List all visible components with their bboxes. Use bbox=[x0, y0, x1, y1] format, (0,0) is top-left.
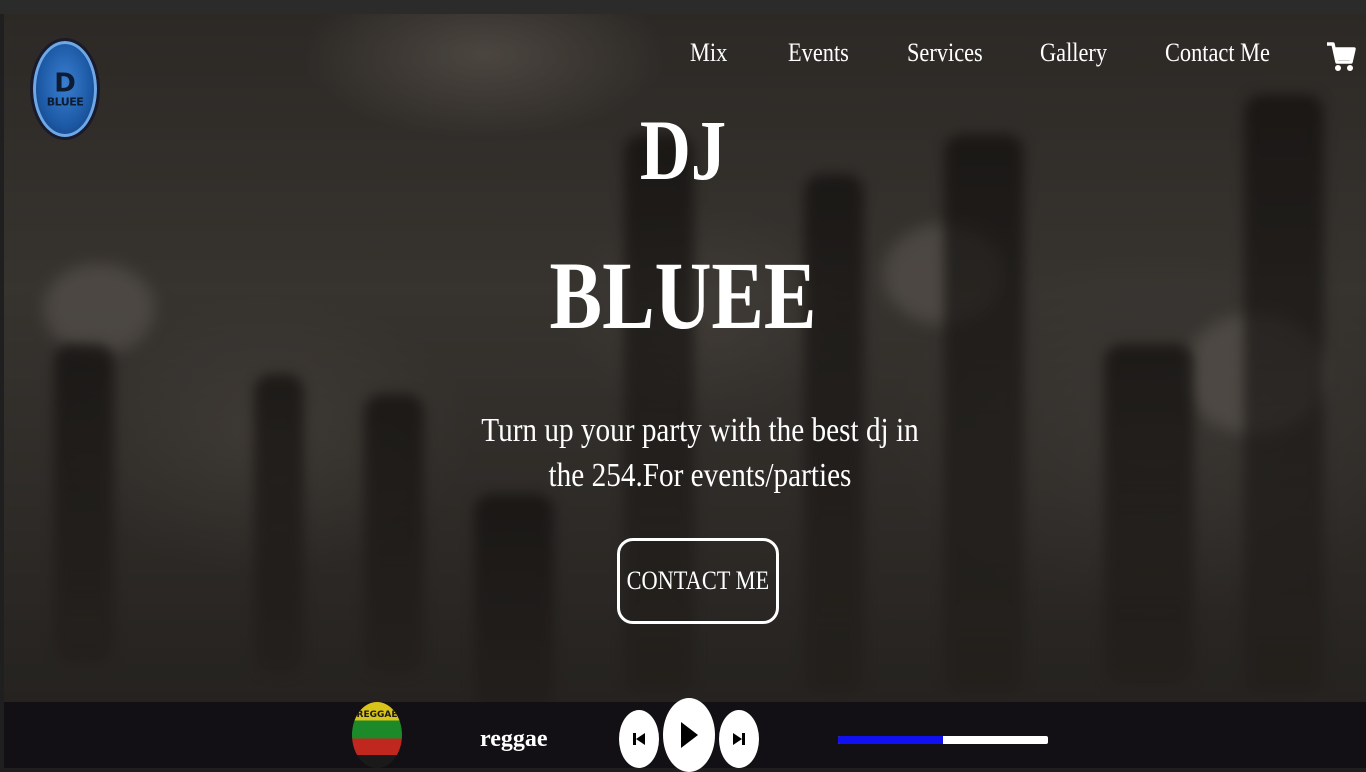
playback-progress-fill bbox=[838, 736, 943, 744]
skip-next-icon bbox=[733, 733, 745, 745]
contact-me-label: CONTACT ME bbox=[626, 566, 770, 595]
site-logo[interactable]: D BLUEE bbox=[30, 38, 100, 140]
previous-track-button[interactable] bbox=[619, 710, 659, 768]
contact-me-button[interactable]: CONTACT ME bbox=[617, 538, 779, 624]
next-track-button[interactable] bbox=[719, 710, 759, 768]
logo-mark: D BLUEE bbox=[46, 68, 84, 109]
shopping-cart-icon[interactable] bbox=[1326, 40, 1356, 74]
play-icon bbox=[681, 722, 698, 748]
play-button[interactable] bbox=[663, 698, 715, 772]
nav-link-services[interactable]: Services bbox=[907, 38, 983, 68]
hero-title-line2: BLUEE bbox=[549, 242, 817, 349]
track-title: reggae bbox=[480, 726, 548, 752]
album-art-text: REGGAE bbox=[356, 710, 398, 720]
skip-previous-icon bbox=[633, 733, 645, 745]
hero-tagline: Turn up your party with the best dj in t… bbox=[481, 412, 919, 494]
browser-top-strip bbox=[0, 0, 1366, 14]
nav-link-events[interactable]: Events bbox=[788, 38, 849, 68]
nav-link-contact[interactable]: Contact Me bbox=[1165, 38, 1270, 68]
nav-link-gallery[interactable]: Gallery bbox=[1040, 38, 1107, 68]
album-art: REGGAE bbox=[352, 702, 402, 768]
hero-title-line1: DJ bbox=[639, 102, 727, 198]
nav-link-mix[interactable]: Mix bbox=[690, 38, 727, 68]
logo-text: BLUEE bbox=[46, 95, 84, 109]
playback-progress-bar[interactable] bbox=[838, 736, 1048, 744]
logo-letter: D bbox=[54, 68, 76, 99]
music-player-bar: REGGAE reggae bbox=[4, 698, 1366, 772]
